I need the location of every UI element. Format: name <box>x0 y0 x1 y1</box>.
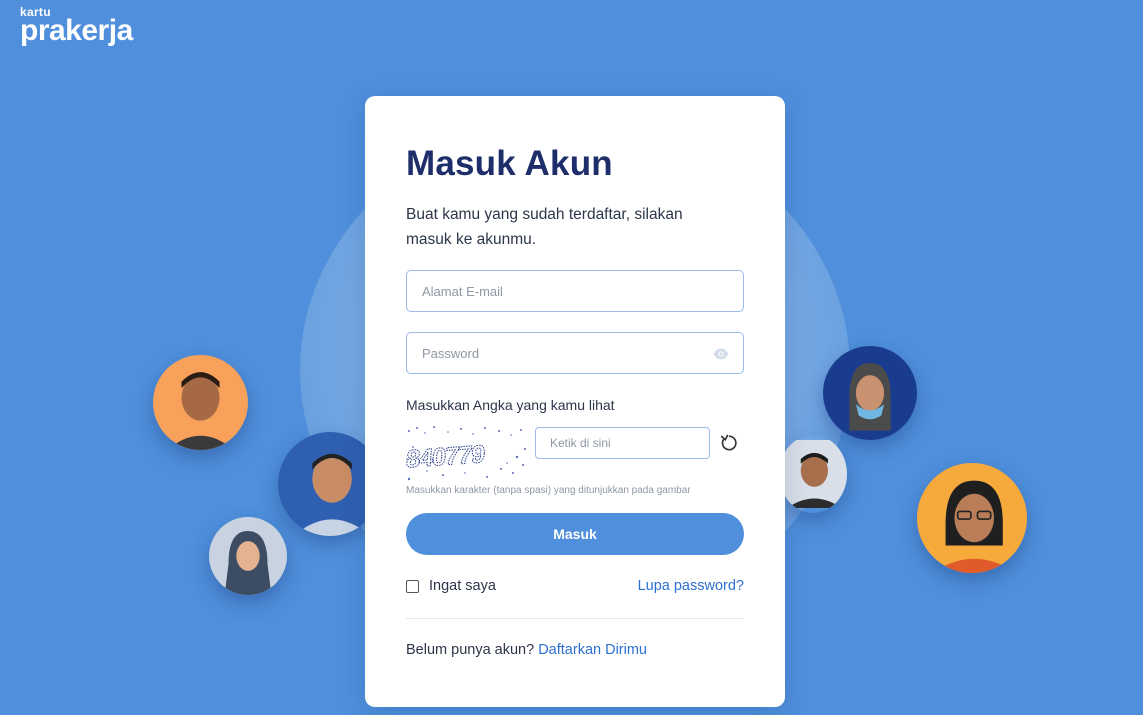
register-link[interactable]: Daftarkan Dirimu <box>538 642 647 658</box>
eye-icon[interactable] <box>713 346 729 362</box>
login-card: Masuk Akun Buat kamu yang sudah terdafta… <box>365 96 785 707</box>
prakerja-logo[interactable]: kartu prakerja <box>20 6 133 46</box>
page-subtitle: Buat kamu yang sudah terdaftar, silakan … <box>406 206 683 248</box>
forgot-password-link[interactable]: Lupa password? <box>638 578 744 594</box>
login-button[interactable]: Masuk <box>406 513 744 555</box>
captcha-hint: Masukkan karakter (tanpa spasi) yang dit… <box>406 485 691 496</box>
remember-label: Ingat saya <box>429 578 496 594</box>
remember-me: Ingat saya <box>406 578 496 594</box>
captcha-label: Masukkan Angka yang kamu lihat <box>406 397 615 413</box>
register-prompt: Belum punya akun? <box>406 642 535 658</box>
email-field[interactable] <box>407 271 743 311</box>
avatar-photo-1 <box>153 355 248 450</box>
refresh-icon[interactable] <box>719 433 739 453</box>
avatar-photo-6 <box>917 463 1027 573</box>
remember-checkbox[interactable] <box>406 579 419 593</box>
page-title: Masuk Akun <box>406 144 613 183</box>
avatar-photo-3 <box>209 517 287 595</box>
divider <box>406 618 744 619</box>
captcha-input[interactable] <box>536 428 709 458</box>
captcha-field-wrapper <box>535 427 710 459</box>
email-field-wrapper <box>406 270 744 312</box>
logo-main-text: prakerja <box>20 14 133 47</box>
register-row: Belum punya akun? Daftarkan Dirimu <box>406 642 647 658</box>
password-field[interactable] <box>407 333 743 373</box>
captcha-code-text: 840779 <box>405 440 486 473</box>
captcha-image: 840779 <box>405 426 526 481</box>
avatar-photo-5 <box>779 435 847 513</box>
avatar-photo-4 <box>823 346 917 440</box>
password-field-wrapper <box>406 332 744 374</box>
